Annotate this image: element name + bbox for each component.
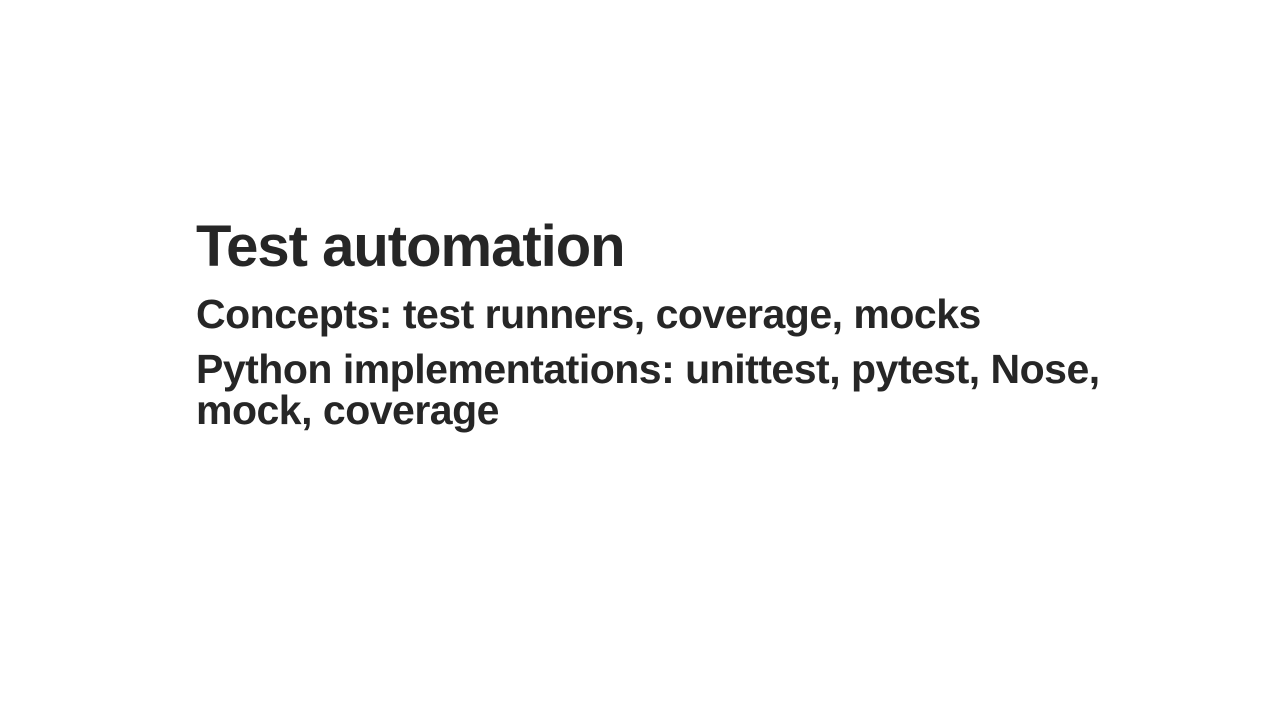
slide-content: Test automation Concepts: test runners, … [0,0,1280,716]
slide-subtitle-1: Concepts: test runners, coverage, mocks [196,294,1100,335]
slide-title: Test automation [196,218,1100,276]
slide-subtitle-2: Python implementations: unittest, pytest… [196,349,1100,431]
